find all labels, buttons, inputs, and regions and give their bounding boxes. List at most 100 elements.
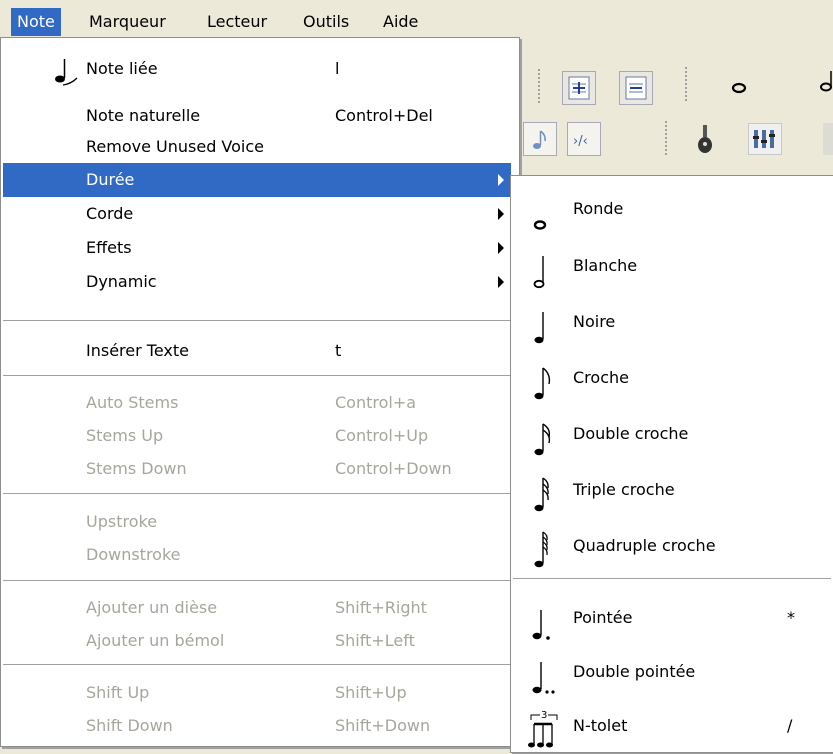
menu-item-downstroke[interactable]: Downstroke xyxy=(1,538,519,572)
submenu-item-label: Noire xyxy=(573,312,616,331)
guitar-icon[interactable] xyxy=(695,123,715,155)
half-note-tool-icon[interactable] xyxy=(819,69,833,93)
tied-note-icon xyxy=(55,59,78,86)
submenu-item-blanche[interactable]: Blanche xyxy=(511,242,832,298)
menu-item-shortcut: Control+Up xyxy=(335,426,429,445)
menu-item-label: Remove Unused Voice xyxy=(86,137,265,156)
eighth-note-icon xyxy=(534,367,551,400)
menu-item-label: Ajouter un bémol xyxy=(86,631,225,650)
submenu-item-label: Blanche xyxy=(573,256,638,275)
menu-item-auto-stems[interactable]: Auto Stems Control+a xyxy=(1,386,519,420)
submenu-item-pointee[interactable]: Pointée * xyxy=(511,594,832,646)
submenu-item-label: Triple croche xyxy=(573,480,675,499)
mixer-icon[interactable] xyxy=(748,123,782,155)
menu-separator xyxy=(3,375,517,376)
submenu-item-n-tolet[interactable]: 3 N-tolet / xyxy=(511,702,832,754)
menu-marqueur[interactable]: Marqueur xyxy=(83,8,172,36)
menu-item-corde[interactable]: Corde xyxy=(1,197,511,231)
menu-item-label: Upstroke xyxy=(86,512,158,531)
submenu-item-double-croche[interactable]: Double croche xyxy=(511,410,832,466)
note-menu: Note liée l Note naturelle Control+Del R… xyxy=(0,37,520,747)
submenu-item-double-pointee[interactable]: Double pointée xyxy=(511,648,832,700)
menu-item-shortcut: l xyxy=(335,59,340,78)
menu-item-label: Durée xyxy=(86,170,135,189)
menu-item-label: Note liée xyxy=(86,59,158,78)
submenu-arrow-icon xyxy=(498,276,504,288)
submenu-item-shortcut: * xyxy=(787,608,795,627)
submenu-item-croche[interactable]: Croche xyxy=(511,354,832,410)
menu-item-shortcut: Shift+Up xyxy=(335,683,407,702)
menu-item-shortcut: Control+a xyxy=(335,393,417,412)
menu-item-label: Corde xyxy=(86,204,134,223)
menu-item-ajouter-diese[interactable]: Ajouter un dièse Shift+Right xyxy=(1,591,519,625)
menu-item-label: Stems Up xyxy=(86,426,164,445)
toolbar-button-partial[interactable] xyxy=(823,123,833,155)
submenu-item-label: Double pointée xyxy=(573,662,696,681)
toolbar-separator xyxy=(685,67,687,101)
menu-item-label: Dynamic xyxy=(86,272,157,291)
eighth-note-tool-button[interactable] xyxy=(523,122,557,156)
menu-item-label: Downstroke xyxy=(86,545,181,564)
toolbar-separator xyxy=(538,69,540,103)
menu-aide[interactable]: Aide xyxy=(377,8,424,36)
menu-note[interactable]: Note xyxy=(11,8,61,36)
submenu-item-label: Pointée xyxy=(573,608,633,627)
menu-item-upstroke[interactable]: Upstroke xyxy=(1,505,519,539)
tie-tool-icon: ›/‹ xyxy=(573,134,588,149)
submenu-item-noire[interactable]: Noire xyxy=(511,298,832,354)
menu-item-label: Stems Down xyxy=(86,459,187,478)
remove-measure-icon xyxy=(625,76,647,100)
menu-item-shift-up[interactable]: Shift Up Shift+Up xyxy=(1,676,519,710)
submenu-item-label: Ronde xyxy=(573,199,624,218)
menu-item-shortcut: Control+Down xyxy=(335,459,452,478)
dotted-note-icon xyxy=(532,610,550,640)
menu-separator xyxy=(3,320,517,321)
menu-item-label: Insérer Texte xyxy=(86,341,189,360)
menu-separator xyxy=(3,493,517,494)
svg-text:›/‹: ›/‹ xyxy=(573,134,588,149)
menu-item-label: Auto Stems xyxy=(86,393,179,412)
insert-measure-icon xyxy=(568,76,590,100)
submenu-item-ronde[interactable]: Ronde xyxy=(511,189,832,241)
menu-item-label: Shift Up xyxy=(86,683,150,702)
menu-item-inserer-texte[interactable]: Insérer Texte t xyxy=(1,334,519,368)
whole-note-icon xyxy=(533,220,547,230)
menu-item-shortcut: Shift+Left xyxy=(335,631,415,650)
submenu-arrow-icon xyxy=(498,208,504,220)
menu-item-effets[interactable]: Effets xyxy=(1,231,511,265)
menu-item-shortcut: Shift+Right xyxy=(335,598,427,617)
menu-outils[interactable]: Outils xyxy=(297,8,355,36)
toolbar-separator xyxy=(665,121,667,155)
remove-measure-button[interactable] xyxy=(619,71,653,105)
menu-item-note-liee[interactable]: Note liée l xyxy=(1,52,519,86)
submenu-item-label: Quadruple croche xyxy=(573,536,716,555)
menu-item-note-naturelle[interactable]: Note naturelle Control+Del xyxy=(1,99,519,133)
half-note-icon xyxy=(533,256,545,289)
whole-note-tool-icon[interactable] xyxy=(731,79,747,94)
tuplet-icon: 3 xyxy=(528,709,558,748)
menu-separator xyxy=(513,578,831,579)
menu-separator xyxy=(3,580,517,581)
menu-item-shortcut: t xyxy=(335,341,342,360)
submenu-item-triple-croche[interactable]: Triple croche xyxy=(511,466,832,522)
menu-item-label: Note naturelle xyxy=(86,106,201,125)
menu-item-stems-down[interactable]: Stems Down Control+Down xyxy=(1,452,519,486)
quarter-note-icon xyxy=(534,312,544,344)
menu-lecteur[interactable]: Lecteur xyxy=(201,8,273,36)
thirty-second-note-icon xyxy=(534,477,549,512)
menu-item-stems-up[interactable]: Stems Up Control+Up xyxy=(1,419,519,453)
toolbar: ›/‹ xyxy=(505,55,833,180)
submenu-item-quadruple-croche[interactable]: Quadruple croche xyxy=(511,522,832,578)
menu-item-ajouter-bemol[interactable]: Ajouter un bémol Shift+Left xyxy=(1,624,519,658)
tie-tool-button[interactable]: ›/‹ xyxy=(567,122,601,156)
menu-item-label: Ajouter un dièse xyxy=(86,598,218,617)
submenu-arrow-icon xyxy=(498,242,504,254)
menu-item-shortcut: Control+Del xyxy=(335,106,433,125)
menu-item-shift-down[interactable]: Shift Down Shift+Down xyxy=(1,709,519,743)
menu-separator xyxy=(3,664,517,665)
insert-measure-button[interactable] xyxy=(562,71,596,105)
sixteenth-note-icon xyxy=(534,423,551,456)
menu-item-remove-unused-voice[interactable]: Remove Unused Voice xyxy=(1,130,519,164)
menu-item-duree[interactable]: Durée xyxy=(3,163,511,197)
menu-item-dynamic[interactable]: Dynamic xyxy=(1,265,511,299)
